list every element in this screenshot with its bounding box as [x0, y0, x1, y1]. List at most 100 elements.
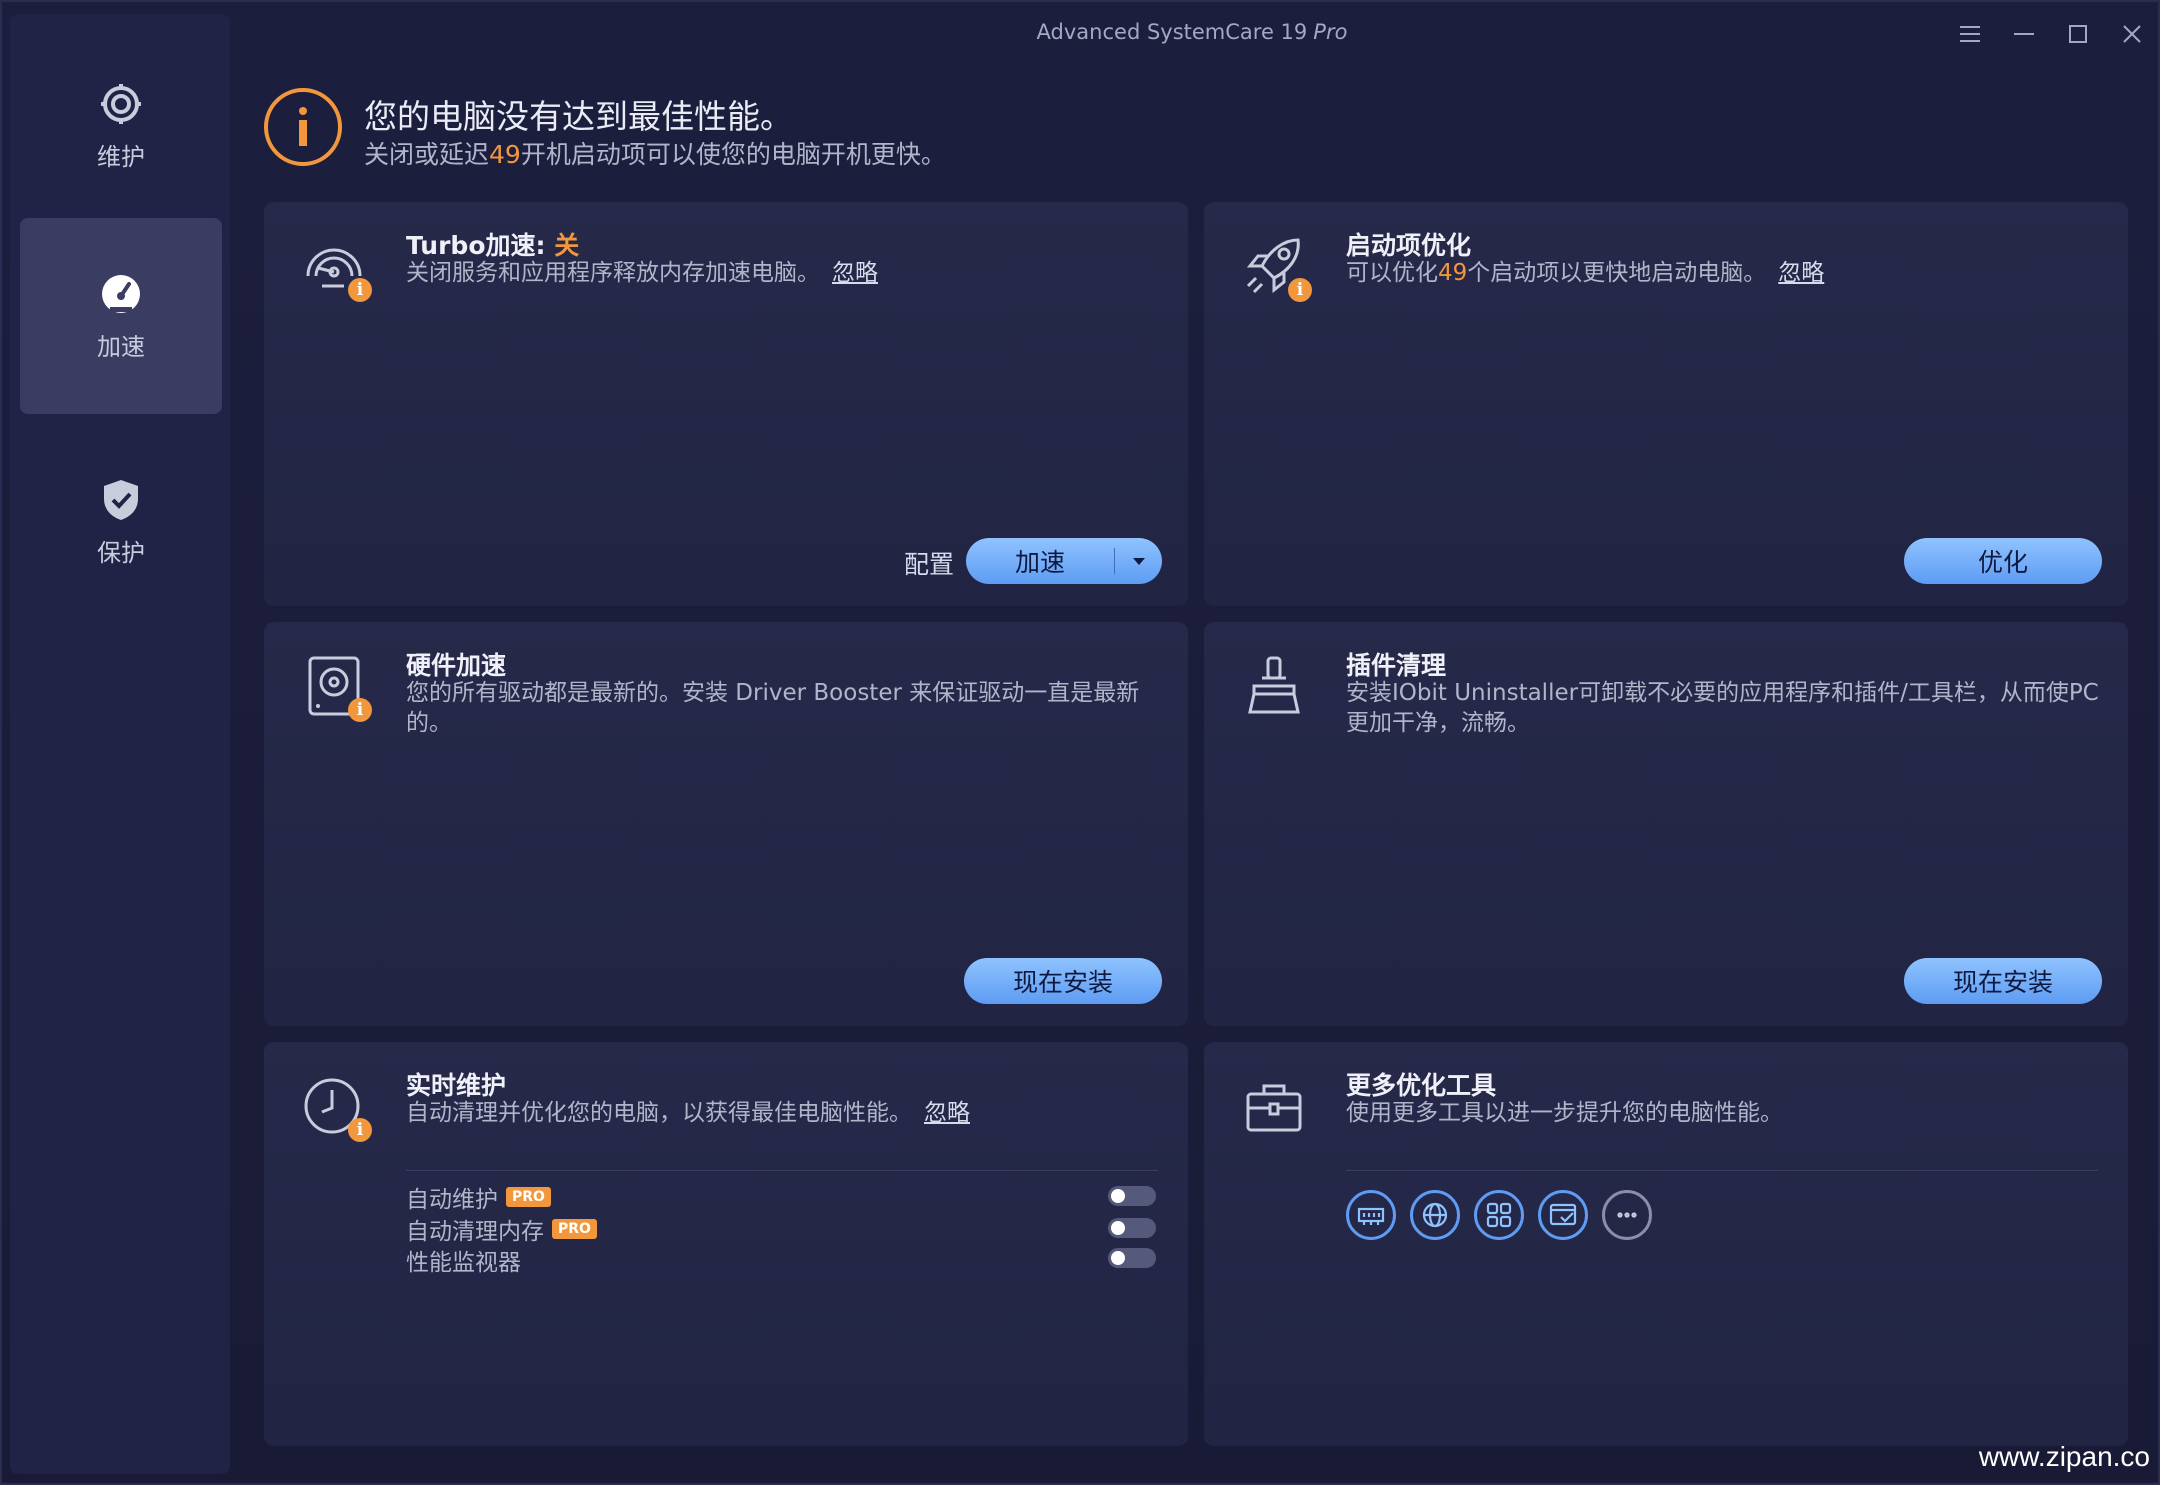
auto-clean-memory-toggle[interactable] — [1108, 1218, 1156, 1238]
install-driver-booster-button[interactable]: 现在安装 — [964, 958, 1162, 1004]
card-hardware-icon-wrap: i — [300, 652, 372, 722]
startup-ignore-link[interactable]: 忽略 — [1778, 260, 1824, 286]
card-plugin-title: 插件清理 — [1346, 651, 1447, 680]
card-startup-icon-wrap: i — [1240, 232, 1312, 302]
info-badge-icon: i — [348, 698, 372, 722]
card-realtime-desc: 自动清理并优化您的电脑，以获得最佳电脑性能。 忽略 — [406, 1098, 970, 1128]
caret-down-icon — [1133, 558, 1145, 565]
card-divider — [406, 1170, 1158, 1171]
status-subtitle-pre: 关闭或延迟 — [364, 140, 490, 169]
startup-optimize-count: 49 — [1438, 260, 1468, 286]
sidebar-item-protect[interactable]: 保护 — [20, 424, 222, 620]
sidebar-label-maintain: 维护 — [97, 142, 145, 171]
close-icon — [2123, 25, 2141, 43]
tool-window-check-button[interactable] — [1538, 1190, 1588, 1240]
card-tools-title: 更多优化工具 — [1346, 1071, 1497, 1100]
card-startup-optimize: i 启动项优化 可以优化49个启动项以更快地启动电脑。 忽略 优化 — [1204, 202, 2128, 606]
card-realtime-title: 实时维护 — [406, 1071, 507, 1100]
sidebar-item-maintain[interactable]: 维护 — [20, 28, 222, 224]
card-hardware-accel: i 硬件加速 您的所有驱动都是最新的。安装 Driver Booster 来保证… — [264, 622, 1188, 1026]
realtime-ignore-link[interactable]: 忽略 — [924, 1100, 970, 1126]
card-startup-desc-pre: 可以优化 — [1346, 260, 1438, 286]
card-turbo-title: Turbo加速: 关 — [406, 226, 579, 262]
sidebar-label-speedup: 加速 — [97, 332, 145, 361]
watermark-text: www.zipan.co — [1978, 1441, 2150, 1472]
app-edition: Pro — [1313, 20, 1348, 44]
ram-icon — [1357, 1207, 1385, 1225]
status-subtitle-post: 开机启动项可以使您的电脑开机更快。 — [520, 140, 946, 169]
performance-monitor-text: 性能监视器 — [406, 1250, 521, 1276]
tool-ram-button[interactable] — [1346, 1190, 1396, 1240]
menu-button[interactable] — [1950, 14, 1990, 54]
auto-clean-memory-label: 自动清理内存 PRO — [406, 1212, 597, 1246]
card-turbo-desc-text: 关闭服务和应用程序释放内存加速电脑。 — [406, 260, 820, 286]
turbo-status: 关 — [554, 231, 580, 260]
info-badge-icon: i — [1288, 278, 1312, 302]
card-tools-desc: 使用更多工具以进一步提升您的电脑性能。 — [1346, 1100, 1783, 1126]
window-check-icon — [1549, 1203, 1577, 1226]
sidebar: 维护 加速 保护 — [10, 14, 230, 1474]
toggle-knob — [1111, 1221, 1125, 1235]
apps-grid-icon — [1486, 1202, 1512, 1228]
speedometer-icon — [102, 274, 140, 313]
auto-maintain-toggle[interactable] — [1108, 1186, 1156, 1206]
sidebar-label-protect: 保护 — [97, 538, 145, 567]
title-bar: Advanced SystemCare 19 Pro — [2, 2, 2158, 64]
turbo-config-link[interactable]: 配置 — [904, 545, 954, 581]
maximize-icon — [2069, 25, 2087, 43]
pro-badge: PRO — [506, 1187, 551, 1207]
card-divider — [1346, 1170, 2098, 1171]
app-title-text: Advanced SystemCare 19 — [1036, 20, 1308, 44]
more-icon — [1617, 1212, 1637, 1218]
warning-info-icon — [264, 88, 342, 166]
card-hardware-title: 硬件加速 — [406, 651, 507, 680]
turbo-boost-split-button: 加速 — [966, 538, 1162, 584]
card-startup-desc: 可以优化49个启动项以更快地启动电脑。 忽略 — [1346, 258, 1824, 288]
card-more-tools: 更多优化工具 使用更多工具以进一步提升您的电脑性能。 — [1204, 1042, 2128, 1446]
app-window: Advanced SystemCare 19 Pro 维护 加速 保护 您的电脑… — [0, 0, 2160, 1485]
card-tools-icon-wrap — [1240, 1072, 1308, 1140]
toggle-knob — [1111, 1189, 1125, 1203]
optimize-button[interactable]: 优化 — [1904, 538, 2102, 584]
install-uninstaller-button[interactable]: 现在安装 — [1904, 958, 2102, 1004]
shield-check-icon — [104, 479, 138, 520]
pro-badge: PRO — [552, 1219, 597, 1239]
minimize-icon — [2014, 33, 2034, 35]
card-turbo-title-text: Turbo加速: — [406, 231, 555, 260]
tool-internet-button[interactable] — [1410, 1190, 1460, 1240]
minimize-button[interactable] — [2004, 14, 2044, 54]
card-hardware-desc: 您的所有驱动都是最新的。安装 Driver Booster 来保证驱动一直是最新… — [406, 680, 1140, 736]
toolbox-icon — [1246, 1084, 1302, 1132]
app-title: Advanced SystemCare 19 Pro — [1002, 20, 1382, 44]
broom-icon — [1248, 656, 1300, 714]
card-realtime-desc-text: 自动清理并优化您的电脑，以获得最佳电脑性能。 — [406, 1100, 912, 1126]
startup-count: 49 — [489, 140, 521, 169]
auto-clean-memory-text: 自动清理内存 — [406, 1219, 544, 1245]
tool-apps-button[interactable] — [1474, 1190, 1524, 1240]
card-startup-desc-post: 个启动项以更快地启动电脑。 — [1467, 260, 1767, 286]
card-turbo-desc: 关闭服务和应用程序释放内存加速电脑。 忽略 — [406, 258, 878, 288]
toggle-knob — [1111, 1251, 1125, 1265]
card-plugin-icon-wrap — [1240, 652, 1308, 720]
card-realtime-icon-wrap: i — [300, 1072, 372, 1142]
gear-icon — [101, 83, 141, 124]
close-button[interactable] — [2112, 14, 2152, 54]
tool-more-button[interactable] — [1602, 1190, 1652, 1240]
turbo-ignore-link[interactable]: 忽略 — [832, 260, 878, 286]
performance-monitor-toggle[interactable] — [1108, 1248, 1156, 1268]
card-startup-title: 启动项优化 — [1346, 231, 1472, 260]
card-realtime-maintain: i 实时维护 自动清理并优化您的电脑，以获得最佳电脑性能。 忽略 自动维护 PRO … — [264, 1042, 1188, 1446]
card-turbo-boost: i Turbo加速: 关 关闭服务和应用程序释放内存加速电脑。 忽略 配置 加速 — [264, 202, 1188, 606]
hamburger-menu-icon — [1960, 26, 1980, 42]
auto-maintain-text: 自动维护 — [406, 1187, 498, 1213]
auto-maintain-label: 自动维护 PRO — [406, 1180, 551, 1214]
status-title: 您的电脑没有达到最佳性能。 — [364, 97, 793, 136]
sidebar-item-speedup[interactable]: 加速 — [20, 218, 222, 414]
card-turbo-icon-wrap: i — [300, 232, 372, 302]
globe-icon — [1422, 1202, 1448, 1228]
turbo-dropdown-button[interactable] — [1116, 538, 1162, 584]
maximize-button[interactable] — [2058, 14, 2098, 54]
card-plugin-cleanup: 插件清理 安装IObit Uninstaller可卸载不必要的应用程序和插件/工… — [1204, 622, 2128, 1026]
info-badge-icon: i — [348, 1118, 372, 1142]
turbo-boost-button[interactable]: 加速 — [966, 538, 1114, 584]
